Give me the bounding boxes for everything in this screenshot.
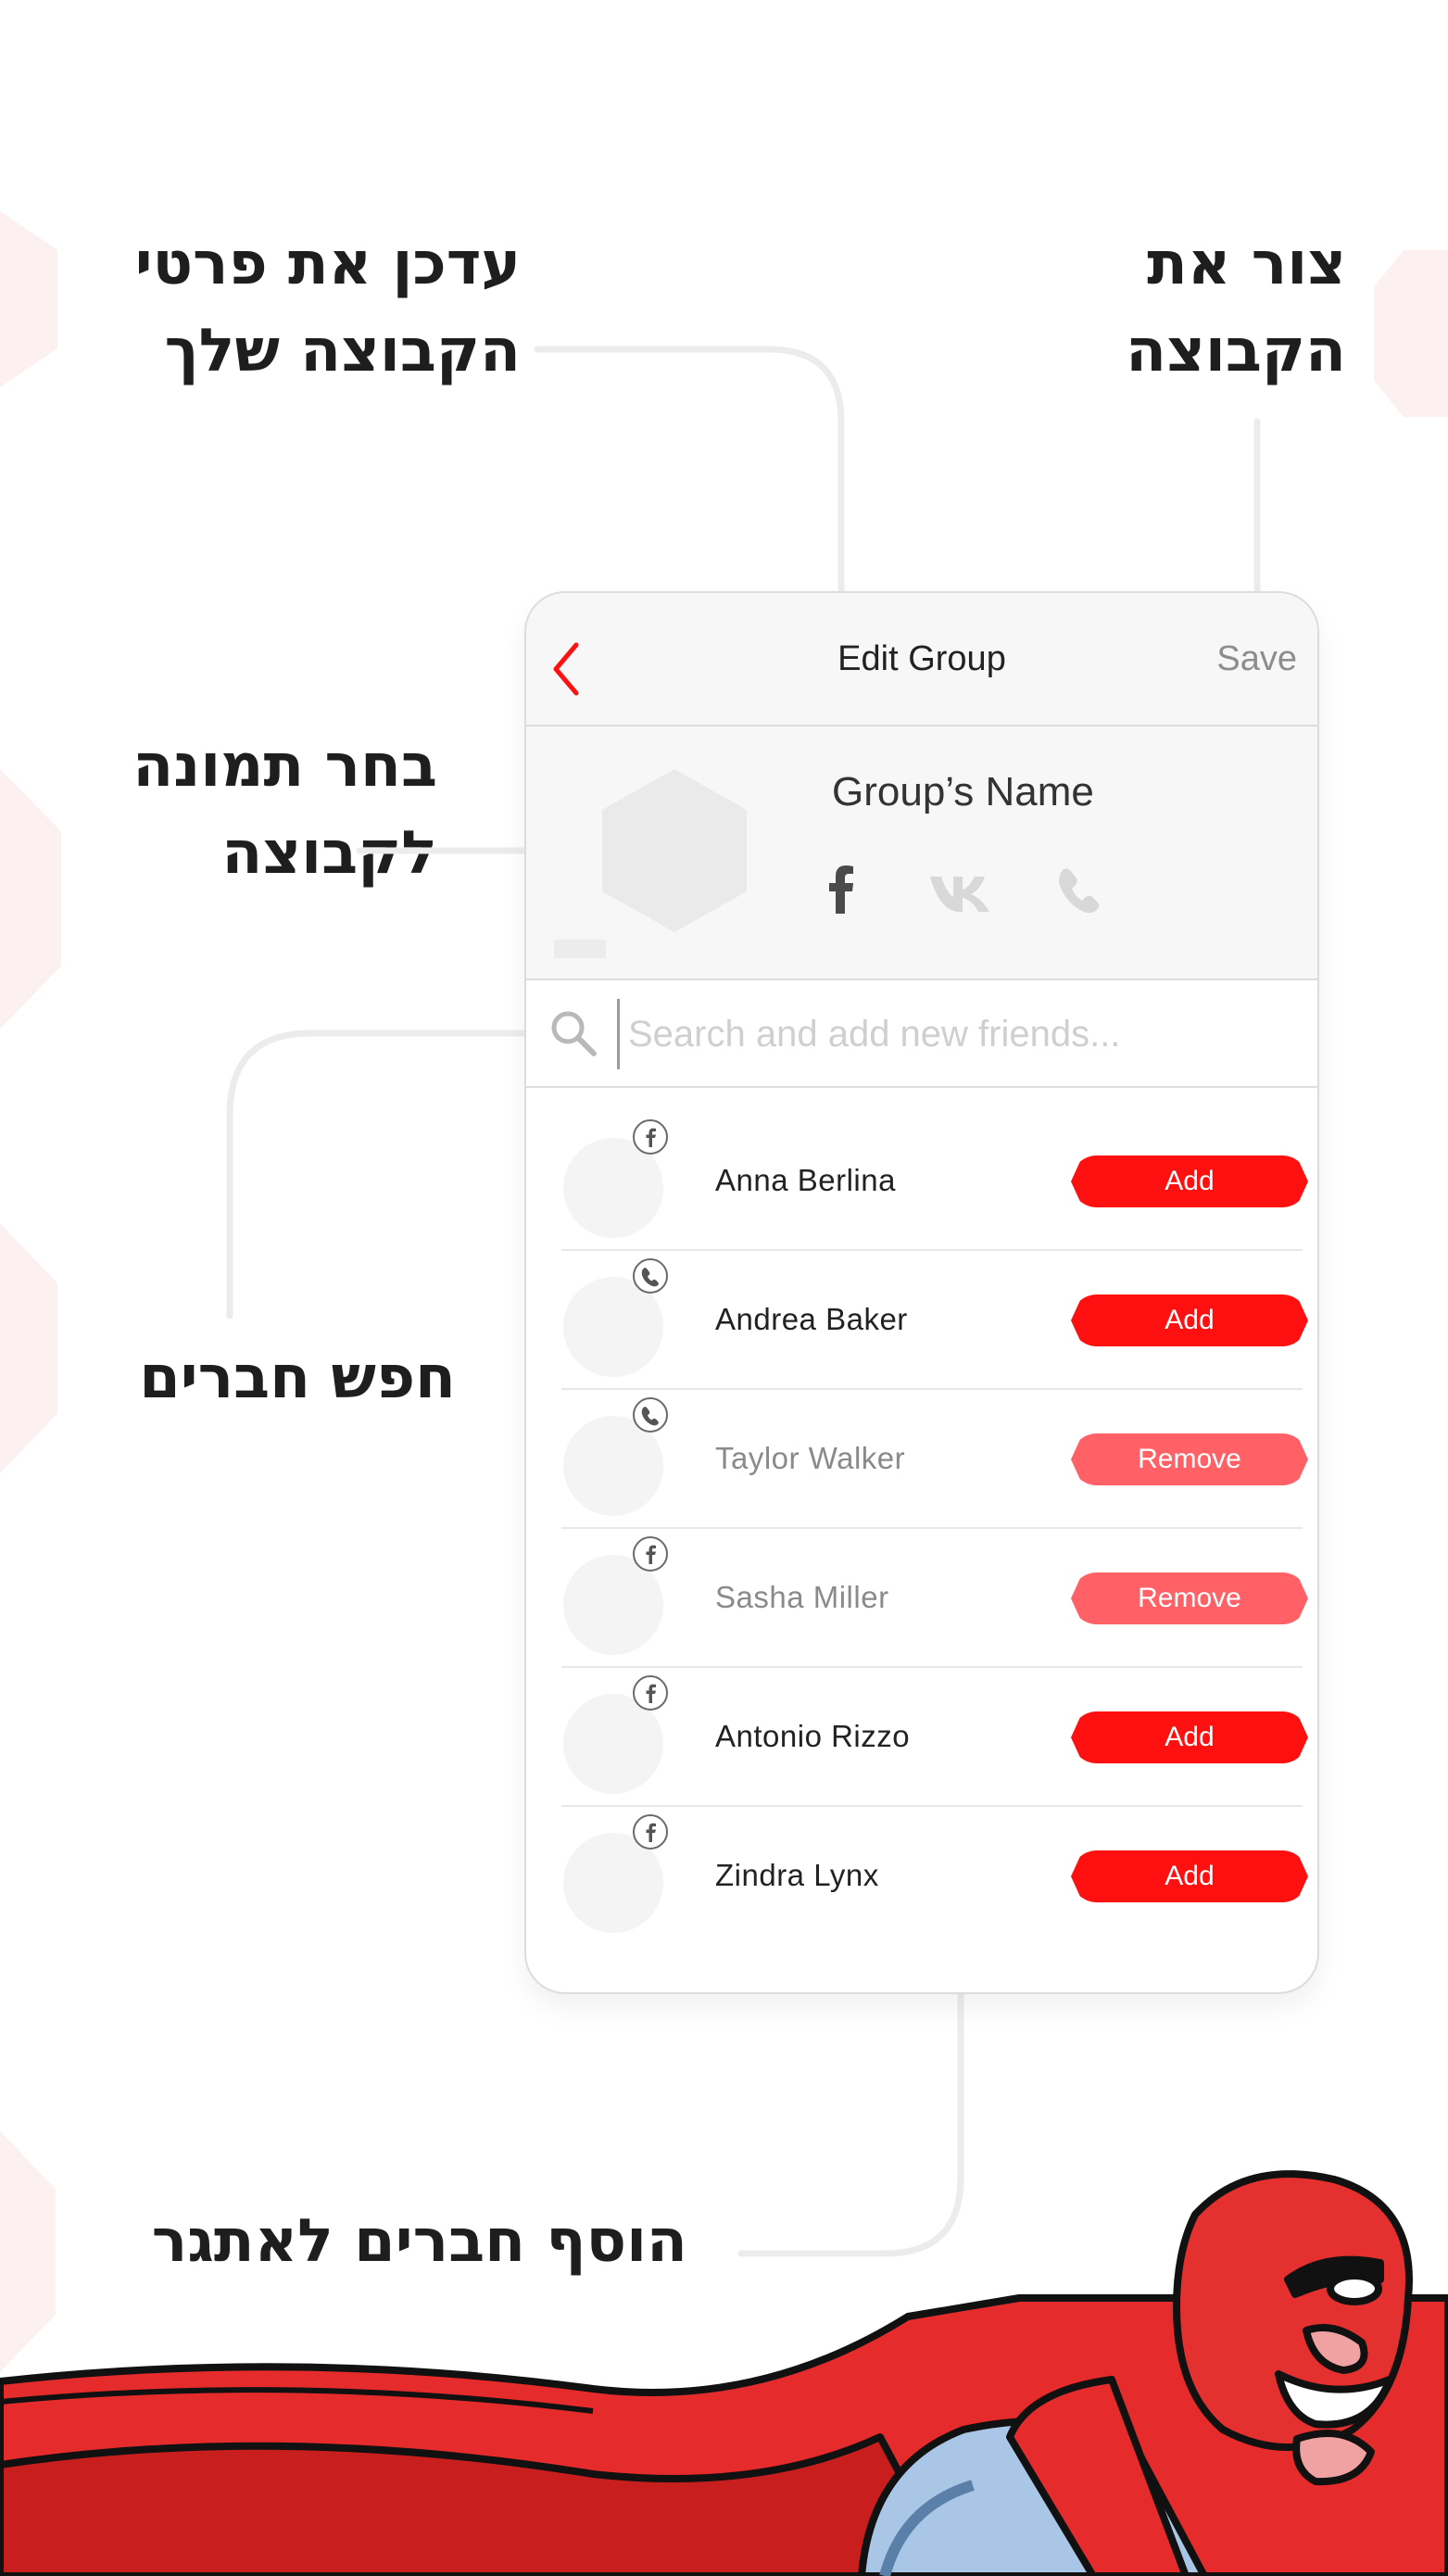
- facebook-icon: [633, 1675, 668, 1711]
- facebook-icon: [633, 1119, 668, 1155]
- friend-name: Antonio Rizzo: [715, 1719, 911, 1753]
- phone-mockup: Edit Group Save Group’s Name Search and …: [524, 591, 1319, 1994]
- friend-row[interactable]: Antonio Rizzo Add: [561, 1668, 1308, 1807]
- add-friend-button[interactable]: Add: [1071, 1850, 1308, 1902]
- phone-icon: [633, 1397, 668, 1433]
- group-name-field[interactable]: Group’s Name: [832, 769, 1094, 815]
- navbar: Edit Group Save: [526, 593, 1317, 726]
- connector-search: [226, 1029, 539, 1320]
- remove-friend-button[interactable]: Remove: [1071, 1433, 1308, 1485]
- friend-name: Anna Berlina: [715, 1163, 896, 1197]
- friend-row[interactable]: Zindra Lynx Add: [561, 1807, 1308, 1944]
- save-button[interactable]: Save: [1216, 593, 1297, 725]
- add-friend-button[interactable]: Add: [1071, 1711, 1308, 1763]
- search-bar: [526, 980, 1317, 1088]
- connector-update: [534, 346, 845, 636]
- phone-icon: [633, 1258, 668, 1294]
- phone-icon[interactable]: [1054, 864, 1101, 914]
- facebook-icon[interactable]: [825, 864, 858, 914]
- facebook-icon: [633, 1536, 668, 1572]
- friend-row[interactable]: Sasha Miller Remove: [561, 1529, 1308, 1668]
- search-input[interactable]: [626, 1003, 1278, 1066]
- friend-row[interactable]: Andrea Baker Add: [561, 1251, 1308, 1390]
- text-cursor: [617, 999, 620, 1069]
- friend-name: Taylor Walker: [715, 1441, 906, 1475]
- friend-name: Andrea Baker: [715, 1302, 908, 1336]
- add-friend-button[interactable]: Add: [1071, 1294, 1308, 1346]
- friend-row[interactable]: Taylor Walker Remove: [561, 1390, 1308, 1529]
- facebook-icon: [633, 1814, 668, 1850]
- search-icon: [551, 1011, 597, 1056]
- friend-name: Sasha Miller: [715, 1580, 889, 1614]
- page-title: Edit Group: [837, 639, 1006, 678]
- group-photo-placeholder[interactable]: [598, 765, 750, 936]
- add-friend-button[interactable]: Add: [1071, 1155, 1308, 1207]
- vk-icon[interactable]: [928, 864, 995, 914]
- friend-row[interactable]: Anna Berlina Add: [561, 1112, 1308, 1251]
- superhero-illustration: [0, 2170, 1448, 2576]
- friends-list: Anna Berlina Add Andrea Baker Add Taylor…: [561, 1112, 1308, 1944]
- photo-tab: [554, 940, 606, 958]
- group-header: Group’s Name: [526, 726, 1317, 980]
- friend-name: Zindra Lynx: [715, 1858, 879, 1892]
- remove-friend-button[interactable]: Remove: [1071, 1572, 1308, 1624]
